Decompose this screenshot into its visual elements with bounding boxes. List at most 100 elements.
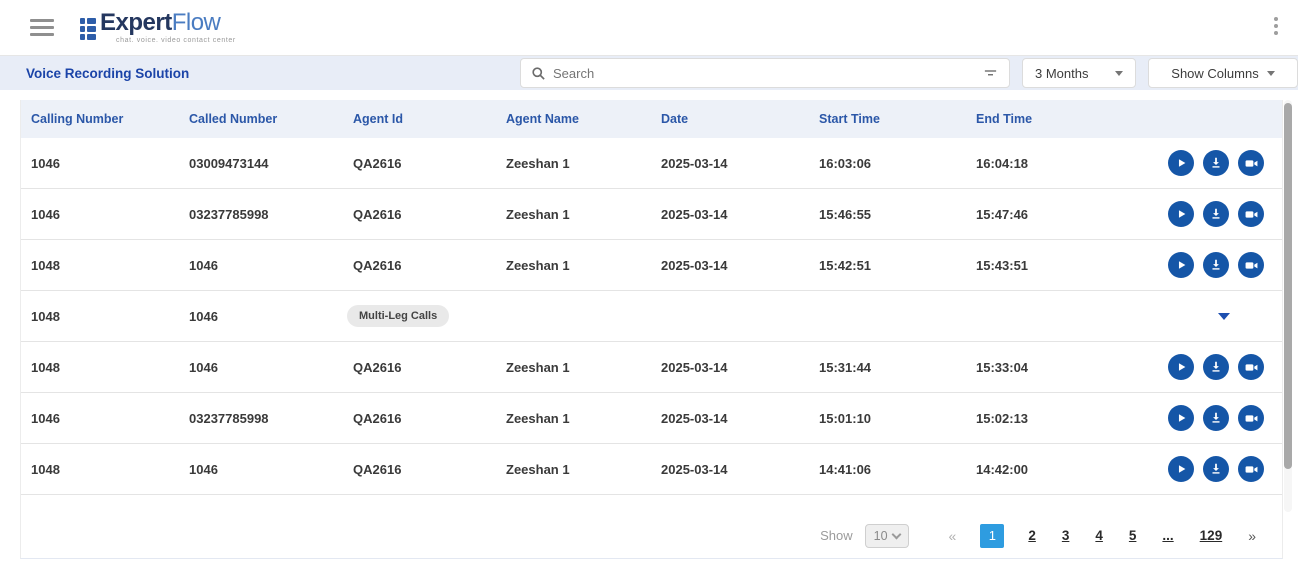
page-size-value: 10 [874,529,888,543]
filter-icon[interactable] [982,66,999,81]
video-button[interactable] [1238,405,1264,431]
cell-start-time: 15:01:10 [809,411,966,426]
cell-called: 1046 [179,309,343,324]
table-row: 1048 1046 QA2616 Zeeshan 1 2025-03-14 15… [21,342,1282,393]
cell-date: 2025-03-14 [651,360,809,375]
cell-agent-name: Zeeshan 1 [496,360,651,375]
row-actions [1116,150,1282,176]
vertical-scrollbar [1284,100,1292,512]
video-button[interactable] [1238,354,1264,380]
table-row-partial [21,495,1282,513]
video-button[interactable] [1238,201,1264,227]
col-agent-id: Agent Id [343,112,496,126]
page-button-129[interactable]: 129 [1192,528,1231,543]
top-app-bar: ExpertFlow chat. voice. video contact ce… [0,0,1298,56]
cell-start-time: 16:03:06 [809,156,966,171]
page-title: Voice Recording Solution [26,66,189,81]
next-page-button[interactable]: » [1240,528,1264,544]
more-options-icon[interactable] [1268,15,1284,37]
chevron-down-icon [891,529,901,539]
col-date: Date [651,112,809,126]
table-row: 1046 03009473144 QA2616 Zeeshan 1 2025-0… [21,138,1282,189]
search-input[interactable] [553,66,982,81]
cell-calling: 1046 [21,207,179,222]
download-button[interactable] [1203,405,1229,431]
play-button[interactable] [1168,252,1194,278]
page-button-2[interactable]: 2 [1020,528,1044,543]
cell-called: 1046 [179,462,343,477]
cell-end-time: 15:47:46 [966,207,1116,222]
cell-called: 03009473144 [179,156,343,171]
download-button[interactable] [1203,456,1229,482]
cell-calling: 1048 [21,462,179,477]
logo-text: ExpertFlow [100,11,236,35]
video-button[interactable] [1238,150,1264,176]
scrollbar-thumb[interactable] [1284,103,1292,469]
cell-calling: 1046 [21,411,179,426]
cell-calling: 1046 [21,156,179,171]
menu-icon[interactable] [30,15,54,40]
cell-end-time: 14:42:00 [966,462,1116,477]
cell-agent-id: QA2616 [343,258,496,273]
pagination-bar: Show 10 « 1 2 3 4 5 ... 129 » [21,513,1282,558]
cell-agent-id: QA2616 [343,411,496,426]
cell-agent-id: QA2616 [343,462,496,477]
page-button-1[interactable]: 1 [980,524,1004,548]
recordings-table: Calling Number Called Number Agent Id Ag… [20,100,1283,559]
page-button-5[interactable]: 5 [1121,528,1145,543]
cell-called: 1046 [179,258,343,273]
search-icon [531,66,546,81]
expand-row-icon[interactable] [1218,313,1230,320]
download-button[interactable] [1203,354,1229,380]
cell-date: 2025-03-14 [651,258,809,273]
prev-page-button[interactable]: « [941,528,965,544]
cell-agent-name: Zeeshan 1 [496,258,651,273]
logo-mark-icon [80,18,96,40]
cell-agent-name: Zeeshan 1 [496,156,651,171]
row-actions [1116,456,1282,482]
cell-date: 2025-03-14 [651,462,809,477]
date-range-value: 3 Months [1035,66,1088,81]
row-actions [1116,252,1282,278]
video-button[interactable] [1238,456,1264,482]
show-label: Show [820,528,853,543]
cell-end-time: 15:33:04 [966,360,1116,375]
cell-called: 1046 [179,360,343,375]
cell-calling: 1048 [21,360,179,375]
row-actions [1116,201,1282,227]
table-row-multileg: 1048 1046 Multi-Leg Calls [21,291,1282,342]
page-button-4[interactable]: 4 [1087,528,1111,543]
row-actions [1116,313,1282,320]
cell-called: 03237785998 [179,207,343,222]
date-range-dropdown[interactable]: 3 Months [1022,58,1136,88]
page-size-select[interactable]: 10 [865,524,909,548]
cell-agent-id: QA2616 [343,207,496,222]
download-button[interactable] [1203,252,1229,278]
row-actions [1116,354,1282,380]
col-calling-number: Calling Number [21,112,179,126]
cell-agent-name: Zeeshan 1 [496,207,651,222]
download-button[interactable] [1203,201,1229,227]
cell-agent-name: Zeeshan 1 [496,411,651,426]
play-button[interactable] [1168,201,1194,227]
cell-date: 2025-03-14 [651,411,809,426]
cell-end-time: 16:04:18 [966,156,1116,171]
cell-badge: Multi-Leg Calls [343,305,496,327]
chevron-down-icon [1267,71,1275,76]
play-button[interactable] [1168,405,1194,431]
video-button[interactable] [1238,252,1264,278]
page-ellipsis[interactable]: ... [1154,528,1181,543]
table-header-row: Calling Number Called Number Agent Id Ag… [21,100,1282,138]
table-row: 1048 1046 QA2616 Zeeshan 1 2025-03-14 15… [21,240,1282,291]
cell-start-time: 15:42:51 [809,258,966,273]
play-button[interactable] [1168,354,1194,380]
play-button[interactable] [1168,456,1194,482]
show-columns-dropdown[interactable]: Show Columns [1148,58,1298,88]
page-button-3[interactable]: 3 [1054,528,1078,543]
download-button[interactable] [1203,150,1229,176]
play-button[interactable] [1168,150,1194,176]
cell-agent-name: Zeeshan 1 [496,462,651,477]
expertflow-logo: ExpertFlow chat. voice. video contact ce… [80,11,236,44]
toolbar: Voice Recording Solution 3 Months Show C… [0,56,1298,90]
col-start-time: Start Time [809,112,966,126]
